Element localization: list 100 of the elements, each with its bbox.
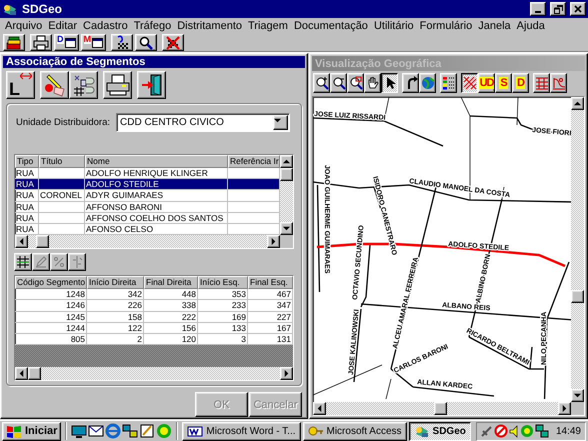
field-label: Unidade Distribuidora: — [16, 117, 110, 128]
column-header[interactable]: Nome — [85, 155, 228, 168]
toolbar-button[interactable]: M — [80, 34, 106, 51]
legend-icon — [442, 76, 456, 90]
close-button[interactable] — [570, 2, 586, 16]
table-cell: 133 — [198, 322, 248, 334]
word-icon — [187, 424, 204, 438]
dropdown-field[interactable]: CDD CENTRO CIVICO — [116, 113, 290, 132]
table-cell: 338 — [144, 300, 198, 312]
menu-item[interactable]: Distritamento — [174, 20, 245, 32]
table-cell: 353 — [198, 289, 248, 300]
table-row[interactable]: RUA AFFONSO BARONI — [15, 202, 280, 213]
split-icon — [71, 256, 83, 268]
table-cell: 1244 — [15, 322, 87, 334]
tool-button[interactable] — [69, 71, 98, 99]
key-icon — [308, 424, 324, 438]
toolbar-button[interactable] — [135, 34, 157, 51]
table-row[interactable]: RUA AFFONSO COELHO DOS SANTOS — [15, 212, 280, 224]
column-header[interactable]: Título — [39, 155, 85, 168]
table-cell: 156 — [144, 322, 198, 334]
table-cell: 226 — [87, 300, 144, 312]
scrollbar[interactable] — [571, 97, 584, 402]
minimize-button[interactable] — [530, 2, 546, 16]
toolbar-button[interactable] — [111, 34, 133, 51]
menu-item[interactable]: Utilitário — [370, 20, 417, 32]
scrollbar[interactable] — [15, 367, 293, 380]
column-header[interactable]: Final Direita — [144, 276, 198, 290]
table-cell: 227 — [248, 312, 293, 323]
books-icon — [6, 34, 22, 50]
menu-item[interactable]: Tráfego — [130, 20, 174, 32]
scroll-thumb[interactable] — [434, 402, 447, 415]
task-button[interactable]: Microsoft Access — [302, 422, 407, 440]
grid-tool-button[interactable] — [14, 253, 32, 272]
clock: 14:49 — [556, 426, 581, 436]
column-header[interactable]: Tipo — [15, 155, 39, 168]
toolbar-button[interactable] — [162, 34, 184, 51]
caret-icon — [574, 392, 581, 399]
scrollbar-corner — [571, 402, 584, 415]
menu-item[interactable]: Formulário — [416, 20, 476, 32]
scroll-thumb[interactable] — [28, 367, 41, 380]
column-header[interactable]: Final Esq. — [248, 276, 293, 290]
menu-item[interactable]: Triagem — [245, 20, 291, 32]
scrollbar[interactable] — [15, 235, 280, 248]
table-row[interactable]: RUA CORONEL ADYR GUIMARAES — [15, 190, 280, 202]
restore-button[interactable] — [550, 2, 566, 16]
column-header[interactable]: Referência Ir — [228, 155, 280, 168]
map-tool-button[interactable]: S — [495, 73, 512, 93]
table-cell: 342 — [87, 289, 144, 300]
profile-icon — [552, 76, 566, 90]
app-icon — [2, 2, 18, 16]
scroll-thumb[interactable] — [280, 168, 293, 181]
pencil-icon — [42, 73, 66, 97]
map-tool-button[interactable]: D — [512, 73, 529, 93]
menu-item[interactable]: Ajuda — [514, 20, 548, 32]
tool-button[interactable] — [137, 71, 166, 99]
start-button[interactable]: Iniciar — [2, 422, 62, 440]
task-button[interactable]: SDGeo — [408, 422, 471, 440]
map-tool-button[interactable]: UD — [478, 73, 495, 93]
column-header[interactable]: Código Segmento — [15, 276, 87, 290]
scroll-thumb[interactable] — [571, 290, 584, 303]
percent-icon — [53, 256, 65, 268]
menu-item[interactable]: Editar — [45, 20, 80, 32]
speaker-icon — [508, 424, 519, 438]
window-icon — [92, 38, 103, 48]
task-button[interactable]: Microsoft Word - T... — [182, 422, 300, 440]
table-cell: 233 — [198, 300, 248, 312]
map-tool-button[interactable] — [461, 73, 478, 93]
scroll-arrow-icon — [561, 405, 568, 412]
scrollbar[interactable] — [280, 155, 293, 236]
tool-button[interactable] — [103, 71, 132, 99]
menu-item[interactable]: Arquivo — [2, 20, 46, 32]
hatch-icon — [462, 76, 476, 90]
map-tool-button[interactable] — [381, 73, 398, 93]
toolbar-button[interactable] — [3, 34, 25, 51]
browser-icon — [105, 423, 122, 439]
cross-icon — [165, 34, 181, 50]
toolbar-button[interactable] — [30, 34, 52, 51]
menu-item[interactable]: Cadastro — [80, 20, 131, 32]
tool-button[interactable]: L — [6, 71, 35, 99]
toolbar-button[interactable]: D — [54, 34, 78, 51]
menu-item[interactable]: Documentação — [290, 20, 371, 32]
column-header[interactable]: Início Esq. — [198, 276, 248, 290]
scrollbar[interactable] — [313, 402, 571, 415]
quick-launch-button[interactable] — [122, 422, 138, 440]
scroll-thumb[interactable] — [36, 235, 49, 248]
scroll-arrow-icon — [18, 238, 25, 246]
table-cell: 467 — [248, 289, 293, 300]
quick-launch-button[interactable] — [139, 422, 156, 440]
table-cell: 347 — [248, 300, 293, 312]
printer-icon — [33, 34, 49, 50]
close-icon — [574, 5, 582, 13]
grid-icon — [17, 256, 29, 268]
table-cell: 1245 — [15, 312, 87, 323]
windows-flag-icon — [6, 424, 22, 438]
column-header[interactable]: Início Direita — [87, 276, 144, 290]
table-cell: 158 — [87, 312, 144, 323]
tool-button[interactable] — [40, 71, 69, 99]
window-title: Associação de Segmentos — [6, 56, 146, 68]
menu-item[interactable]: Janela — [475, 20, 514, 32]
caret-icon — [574, 100, 581, 107]
